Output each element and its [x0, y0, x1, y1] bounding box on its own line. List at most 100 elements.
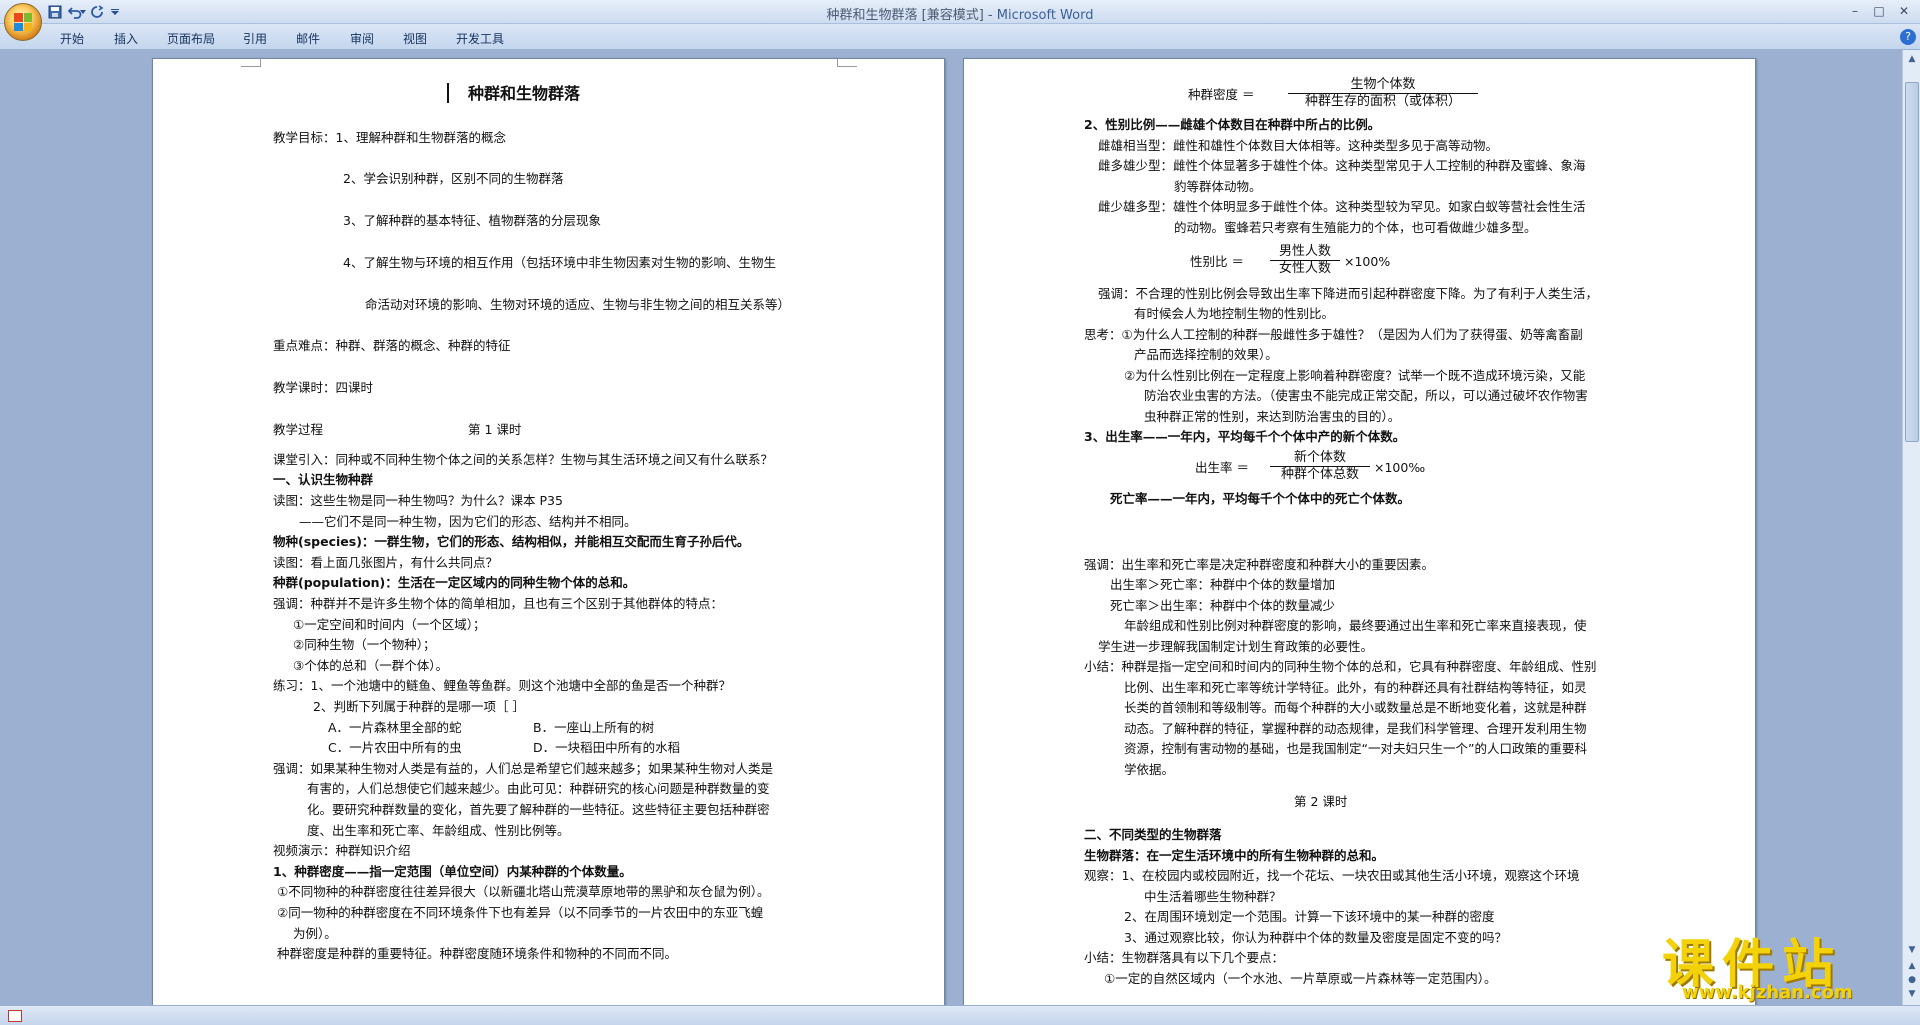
paragraph: 防治农业虫害的方法。（使害虫不能完成正常交配，所以，可以通过破坏农作物害: [1144, 388, 1588, 403]
document-page-1[interactable]: 种群和生物群落 教学目标：1、理解种群和生物群落的概念 2、学会识别种群，区别不…: [152, 57, 945, 1018]
tab-references[interactable]: 引用: [243, 30, 267, 47]
paragraph: 产品而选择控制的效果）。: [1134, 347, 1278, 362]
paragraph: 视频演示：种群知识介绍: [273, 843, 411, 858]
paragraph: 练习：1、一个池塘中的鲢鱼、鲤鱼等鱼群。则这个池塘中全部的鱼是否一个种群？: [273, 678, 731, 693]
formula-denominator: 种群个体总数: [1280, 467, 1359, 482]
paragraph: 读图：看上面几张图片，有什么共同点？: [273, 555, 499, 570]
section-heading: 1、种群密度——指一定范围（单位空间）内某种群的个体数量。: [273, 864, 632, 879]
paragraph: 3、通过观察比较，你认为种群中个体的数量及密度是固定不变的吗？: [1124, 930, 1507, 945]
paragraph: 有时候会人为地控制生物的性别比。: [1134, 306, 1335, 321]
previous-page-icon[interactable]: ▲: [1905, 959, 1919, 973]
definition: 物种(species)：一群生物，它们的形态、结构相似，并能相互交配而生育子孙后…: [273, 534, 750, 549]
list-item: ①不同物种的种群密度往往差异很大（以新疆北塔山荒漠草原地带的黑驴和灰仓鼠为例）。: [277, 884, 770, 899]
save-icon[interactable]: [46, 3, 64, 21]
status-bar: [0, 1005, 1920, 1025]
option: A．一片森林里全部的蛇: [328, 720, 462, 735]
customize-qat-icon[interactable]: [110, 3, 120, 21]
paragraph: 雌多雄少型：雌性个体显著多于雄性个体。这种类型常见于人工控制的种群及蜜蜂、象海: [1098, 158, 1586, 173]
minimize-button[interactable]: –: [1844, 2, 1866, 20]
formula-denominator: 女性人数: [1278, 261, 1331, 276]
tab-page-layout[interactable]: 页面布局: [167, 30, 215, 47]
office-logo-icon: [14, 13, 32, 31]
birth-rate-formula: 新个体数 种群个体总数: [1270, 450, 1370, 483]
close-button[interactable]: ✕: [1893, 2, 1915, 20]
scroll-down-icon[interactable]: ▼: [1905, 943, 1919, 957]
paragraph: 资源，控制有害动物的基础，也是我国制定“一对夫妇只生一个”的人口政策的重要科: [1124, 741, 1587, 756]
paragraph: 学依据。: [1124, 762, 1175, 777]
list-item: ③个体的总和（一群个体）。: [293, 658, 448, 673]
paragraph: 死亡率＞出生率：种群中个体的数量减少: [1110, 598, 1336, 613]
paragraph: 重点难点：种群、群落的概念、种群的特征: [273, 338, 511, 353]
tab-view[interactable]: 视图: [403, 30, 427, 47]
paragraph: 2、在周围环境划定一个范围。计算一下该环境中的某一种群的密度: [1124, 909, 1495, 924]
paragraph: 出生率＞死亡率：种群中个体的数量增加: [1110, 577, 1336, 592]
formula-numerator: 男性人数: [1270, 244, 1340, 261]
next-page-icon[interactable]: ▼: [1905, 987, 1919, 1001]
paragraph: 比例、出生率和死亡率等统计学特征。此外，有的种群还具有社群结构等特征，如灵: [1124, 680, 1587, 695]
paragraph: 思考：①为什么人工控制的种群一般雌性多于雄性？（是因为人们为了获得蛋、奶等禽畜副: [1084, 327, 1583, 342]
paragraph: 4、了解生物与环境的相互作用（包括环境中非生物因素对生物的影响、生物生: [343, 255, 776, 270]
section-heading: 2、性别比例——雌雄个体数目在种群中所占的比例。: [1084, 117, 1381, 132]
paragraph: 的动物。蜜蜂若只考察有生殖能力的个体，也可看做雌少雄多型。: [1174, 220, 1537, 235]
paragraph: 化。要研究种群数量的变化，首先要了解种群的一些特征。这些特征主要包括种群密: [307, 802, 770, 817]
paragraph: 小结：生物群落具有以下几个要点：: [1084, 950, 1285, 965]
definition: 种群(population)：生活在一定区域内的同种生物个体的总和。: [273, 575, 636, 590]
tab-home[interactable]: 开始: [60, 30, 84, 47]
paragraph: 读图：这些生物是同一种生物吗？为什么？课本 P35: [273, 493, 563, 508]
paragraph: 2、判断下列属于种群的是哪一项［ ］: [313, 699, 525, 714]
density-formula: 生物个体数 种群生存的面积（或体积）: [1288, 77, 1478, 110]
lesson-heading: 第 1 课时: [468, 422, 522, 437]
paragraph: 有害的，人们总想使它们越来越少。由此可见：种群研究的核心问题是种群数量的变: [307, 781, 770, 796]
formula-label: 种群密度 ＝: [1188, 87, 1255, 102]
scroll-up-icon[interactable]: ▲: [1905, 52, 1919, 66]
paragraph: ②为什么性别比例在一定程度上影响着种群密度？试举一个既不造成环境污染，又能: [1124, 368, 1586, 383]
paragraph: 雌雄相当型：雌性和雄性个体数目大体相等。这种类型多见于高等动物。: [1098, 138, 1499, 153]
undo-dropdown-icon[interactable]: [79, 3, 87, 21]
formula-label: 性别比 ＝: [1190, 254, 1244, 269]
scrollbar-thumb[interactable]: [1905, 82, 1919, 442]
paragraph: ——它们不是同一种生物，因为它们的形态、结构并不相同。: [299, 514, 637, 529]
definition: 生物群落：在一定生活环境中的所有生物种群的总和。: [1084, 848, 1385, 863]
tab-developer[interactable]: 开发工具: [456, 30, 504, 47]
maximize-button[interactable]: □: [1868, 2, 1890, 20]
section-heading: 3、出生率——一年内，平均每千个个体中产的新个体数。: [1084, 429, 1406, 444]
document-status-icon[interactable]: [8, 1010, 22, 1022]
document-area: 种群和生物群落 教学目标：1、理解种群和生物群落的概念 2、学会识别种群，区别不…: [0, 50, 1902, 1018]
crop-mark: [241, 57, 261, 67]
document-page-2[interactable]: 种群密度 ＝ 生物个体数 种群生存的面积（或体积） 2、性别比例——雌雄个体数目…: [963, 58, 1756, 1018]
office-button[interactable]: [4, 3, 42, 41]
tab-insert[interactable]: 插入: [114, 30, 138, 47]
paragraph: 长类的首领制和等级制等。而每个种群的大小或数量总是不断地变化着，这就是种群: [1124, 700, 1587, 715]
paragraph: 命活动对环境的影响、生物对环境的适应、生物与非生物之间的相互关系等）: [365, 297, 791, 312]
paragraph: 教学课时：四课时: [273, 380, 374, 395]
tab-mailings[interactable]: 邮件: [296, 30, 320, 47]
paragraph: 观察：1、在校园内或校园附近，找一个花坛、一块农田或其他生活小环境，观察这个环境: [1084, 868, 1580, 883]
paragraph: 动态。了解种群的特征，掌握种群的动态规律，是我们科学管理、合理开发利用生物: [1124, 721, 1587, 736]
redo-icon[interactable]: [88, 3, 106, 21]
list-item: ②同一物种的种群密度在不同环境条件下也有差异（以不同季节的一片农田中的东亚飞蝗: [277, 905, 764, 920]
section-heading: 二、不同类型的生物群落: [1084, 827, 1222, 842]
tab-review[interactable]: 审阅: [350, 30, 374, 47]
paragraph: 中生活着哪些生物种群？: [1144, 889, 1282, 904]
watermark-url: www.kjzhan.com: [1682, 982, 1853, 1003]
crop-mark: [837, 57, 857, 67]
paragraph: 强调：出生率和死亡率是决定种群密度和种群大小的重要因素。: [1084, 557, 1435, 572]
watermark: 课件站 www.kjzhan.com: [1662, 922, 1902, 1004]
paragraph: 度、出生率和死亡率、年龄组成、性别比例等。: [307, 823, 570, 838]
paragraph: 3、了解种群的基本特征、植物群落的分层现象: [343, 213, 601, 228]
paragraph: 种群密度是种群的重要特征。种群密度随环境条件和物种的不同而不同。: [277, 946, 678, 961]
section-heading: 一、认识生物种群: [273, 472, 374, 487]
select-browse-object-icon[interactable]: ●: [1905, 973, 1919, 987]
paragraph: 强调：种群并不是许多生物个体的简单相加，且也有三个区别于其他群体的特点：: [273, 596, 724, 611]
formula-suffix: ×100%: [1344, 254, 1391, 269]
paragraph: 豹等群体动物。: [1174, 179, 1262, 194]
help-icon[interactable]: ?: [1900, 29, 1916, 45]
paragraph: 课堂引入：同种或不同种生物个体之间的关系怎样？生物与其生活环境之间又有什么联系？: [273, 452, 774, 467]
ribbon-tabs: 开始 插入 页面布局 引用 邮件 审阅 视图 开发工具 ?: [0, 24, 1920, 50]
document-title: 种群和生物群落 [兼容模式] -: [826, 8, 997, 23]
option: D．一块稻田中所有的水稻: [533, 740, 681, 755]
list-item: ②同种生物（一个物种）；: [293, 637, 436, 652]
paragraph: 学生进一步理解我国制定计划生育政策的必要性。: [1098, 639, 1374, 654]
vertical-scrollbar[interactable]: ▲ ▼ ▲ ● ▼: [1902, 50, 1920, 1005]
formula-numerator: 新个体数: [1270, 450, 1370, 467]
